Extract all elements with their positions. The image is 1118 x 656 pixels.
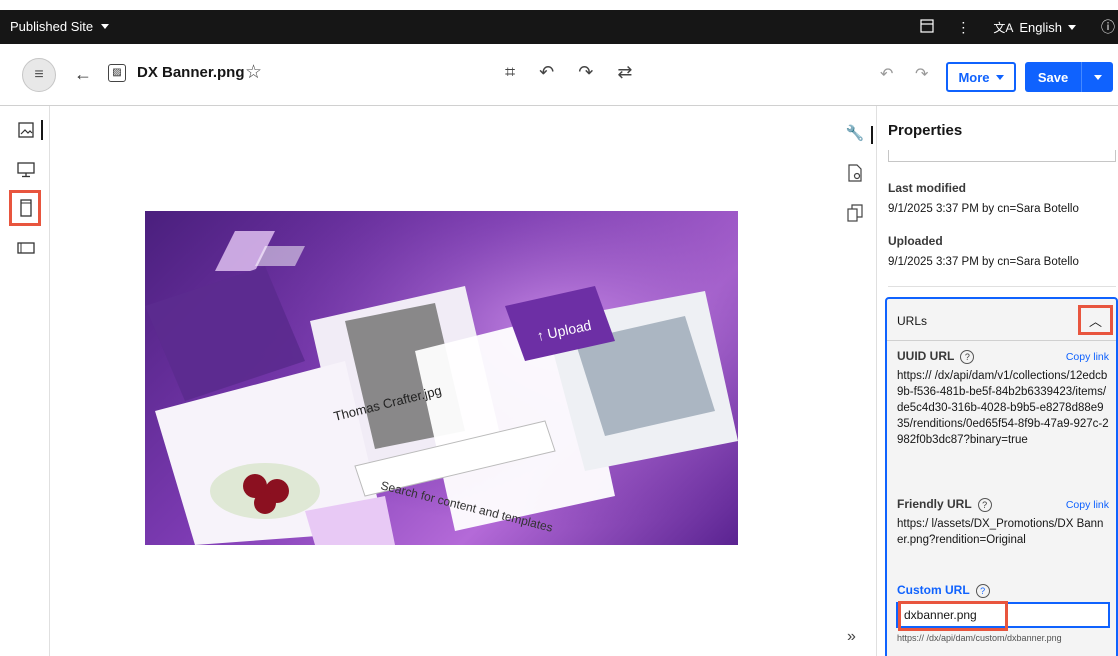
left-rail: [0, 106, 50, 656]
collapse-chevron-up-icon[interactable]: ︿: [1078, 305, 1113, 335]
chevron-down-icon: [1093, 74, 1102, 80]
flip-icon[interactable]: ⇄: [617, 62, 632, 83]
image-edit-tools: ⌗ ↶ ↷ ⇄: [505, 62, 632, 83]
back-arrow-icon[interactable]: ←: [74, 64, 92, 85]
more-button[interactable]: More: [946, 62, 1016, 92]
uploaded-value: 9/1/2025 3:37 PM by cn=Sara Botello: [888, 256, 1079, 268]
last-modified-section: Last modified 9/1/2025 3:37 PM by cn=Sar…: [888, 181, 1079, 215]
panel-icon[interactable]: [909, 18, 945, 36]
active-indicator: [41, 120, 43, 140]
chevron-down-icon: [101, 24, 110, 29]
custom-url-section: Custom URL?: [897, 581, 1109, 599]
undo-icon[interactable]: ↶: [880, 64, 893, 84]
help-icon[interactable]: ?: [960, 350, 975, 364]
top-bar: Published Site ⋮ 文A English ⓘ: [0, 10, 1118, 44]
kebab-menu-icon[interactable]: ⋮: [945, 19, 981, 36]
image-view-icon[interactable]: [16, 120, 36, 140]
site-label: Published Site: [10, 19, 94, 34]
more-label: More: [958, 69, 990, 85]
uuid-url-value: https:// /dx/api/dam/v1/collections/12ed…: [897, 370, 1109, 446]
image-canvas: ↑ Upload Thomas Crafter.jpg Search for c…: [51, 106, 833, 656]
friendly-copy-link[interactable]: Copy link: [1066, 499, 1109, 511]
uuid-url-label: UUID URL?: [897, 349, 975, 364]
language-selector[interactable]: 文A English: [981, 19, 1098, 36]
previous-field: [888, 150, 1116, 162]
save-options-dropdown[interactable]: [1081, 62, 1113, 92]
site-selector[interactable]: Published Site: [10, 19, 110, 34]
divider: [888, 286, 1116, 287]
custom-url-label: Custom URL?: [897, 583, 990, 598]
uuid-url-section: UUID URL? Copy link https:// /dx/api/dam…: [897, 349, 1109, 448]
last-modified-label: Last modified: [888, 181, 967, 195]
uuid-copy-link[interactable]: Copy link: [1066, 351, 1109, 363]
custom-url-input[interactable]: [896, 602, 1110, 628]
urls-accordion-header[interactable]: URLs ︿: [887, 299, 1116, 341]
right-rail: 🔧: [833, 106, 877, 656]
language-label: English: [1019, 19, 1062, 35]
tablet-view-icon[interactable]: [16, 238, 36, 258]
last-modified-value: 9/1/2025 3:37 PM by cn=Sara Botello: [888, 203, 1079, 215]
save-button[interactable]: Save: [1025, 62, 1113, 92]
friendly-url-label-text: Friendly URL: [897, 497, 972, 511]
help-icon[interactable]: ?: [975, 584, 990, 598]
redo-icon[interactable]: ↷: [915, 64, 928, 84]
hamburger-menu-button[interactable]: ≡: [22, 58, 56, 92]
crop-icon[interactable]: ⌗: [505, 62, 515, 83]
chevron-down-icon: [995, 74, 1004, 80]
rotate-left-icon[interactable]: ↶: [539, 62, 554, 83]
file-title: DX Banner.png: [137, 64, 245, 81]
uploaded-label: Uploaded: [888, 234, 943, 248]
info-icon[interactable]: ⓘ: [1098, 17, 1118, 37]
properties-title: Properties: [888, 122, 963, 139]
file-settings-icon[interactable]: [845, 164, 865, 184]
friendly-url-value: https:/ l/assets/DX_Promotions/DX Banner…: [897, 518, 1104, 546]
chevron-down-icon: [1068, 24, 1076, 30]
custom-url-label-text: Custom URL: [897, 583, 970, 597]
uploaded-section: Uploaded 9/1/2025 3:37 PM by cn=Sara Bot…: [888, 234, 1079, 268]
rotate-right-icon[interactable]: ↷: [578, 62, 593, 83]
uuid-url-label-text: UUID URL: [897, 349, 955, 363]
editor-toolbar: ≡ ← ▨ DX Banner.png ☆ ⌗ ↶ ↷ ⇄ ↶ ↷ More S…: [0, 44, 1118, 106]
banner-image-preview: ↑ Upload Thomas Crafter.jpg Search for c…: [145, 211, 738, 545]
wrench-icon[interactable]: 🔧: [845, 124, 865, 144]
urls-title: URLs: [897, 314, 928, 328]
mobile-view-icon[interactable]: [16, 198, 36, 218]
translate-icon: 文A: [993, 20, 1014, 35]
image-file-icon: ▨: [108, 64, 126, 82]
copy-icon[interactable]: [845, 204, 865, 224]
help-icon[interactable]: ?: [977, 498, 992, 512]
friendly-url-section: Friendly URL? Copy link https:/ l/assets…: [897, 497, 1109, 548]
topbar-right: ⋮ 文A English ⓘ: [909, 10, 1118, 44]
expand-panel-icon[interactable]: »: [847, 628, 856, 646]
friendly-url-label: Friendly URL?: [897, 497, 992, 512]
desktop-view-icon[interactable]: [16, 160, 36, 180]
urls-accordion: URLs ︿ UUID URL? Copy link https:// /dx/…: [885, 297, 1118, 656]
save-label: Save: [1037, 69, 1069, 85]
properties-panel: Properties Last modified 9/1/2025 3:37 P…: [878, 106, 1118, 656]
favorite-star-icon[interactable]: ☆: [245, 61, 262, 84]
custom-url-preview: https:// /dx/api/dam/custom/dxbanner.png: [897, 633, 1062, 643]
active-indicator: [871, 126, 873, 144]
